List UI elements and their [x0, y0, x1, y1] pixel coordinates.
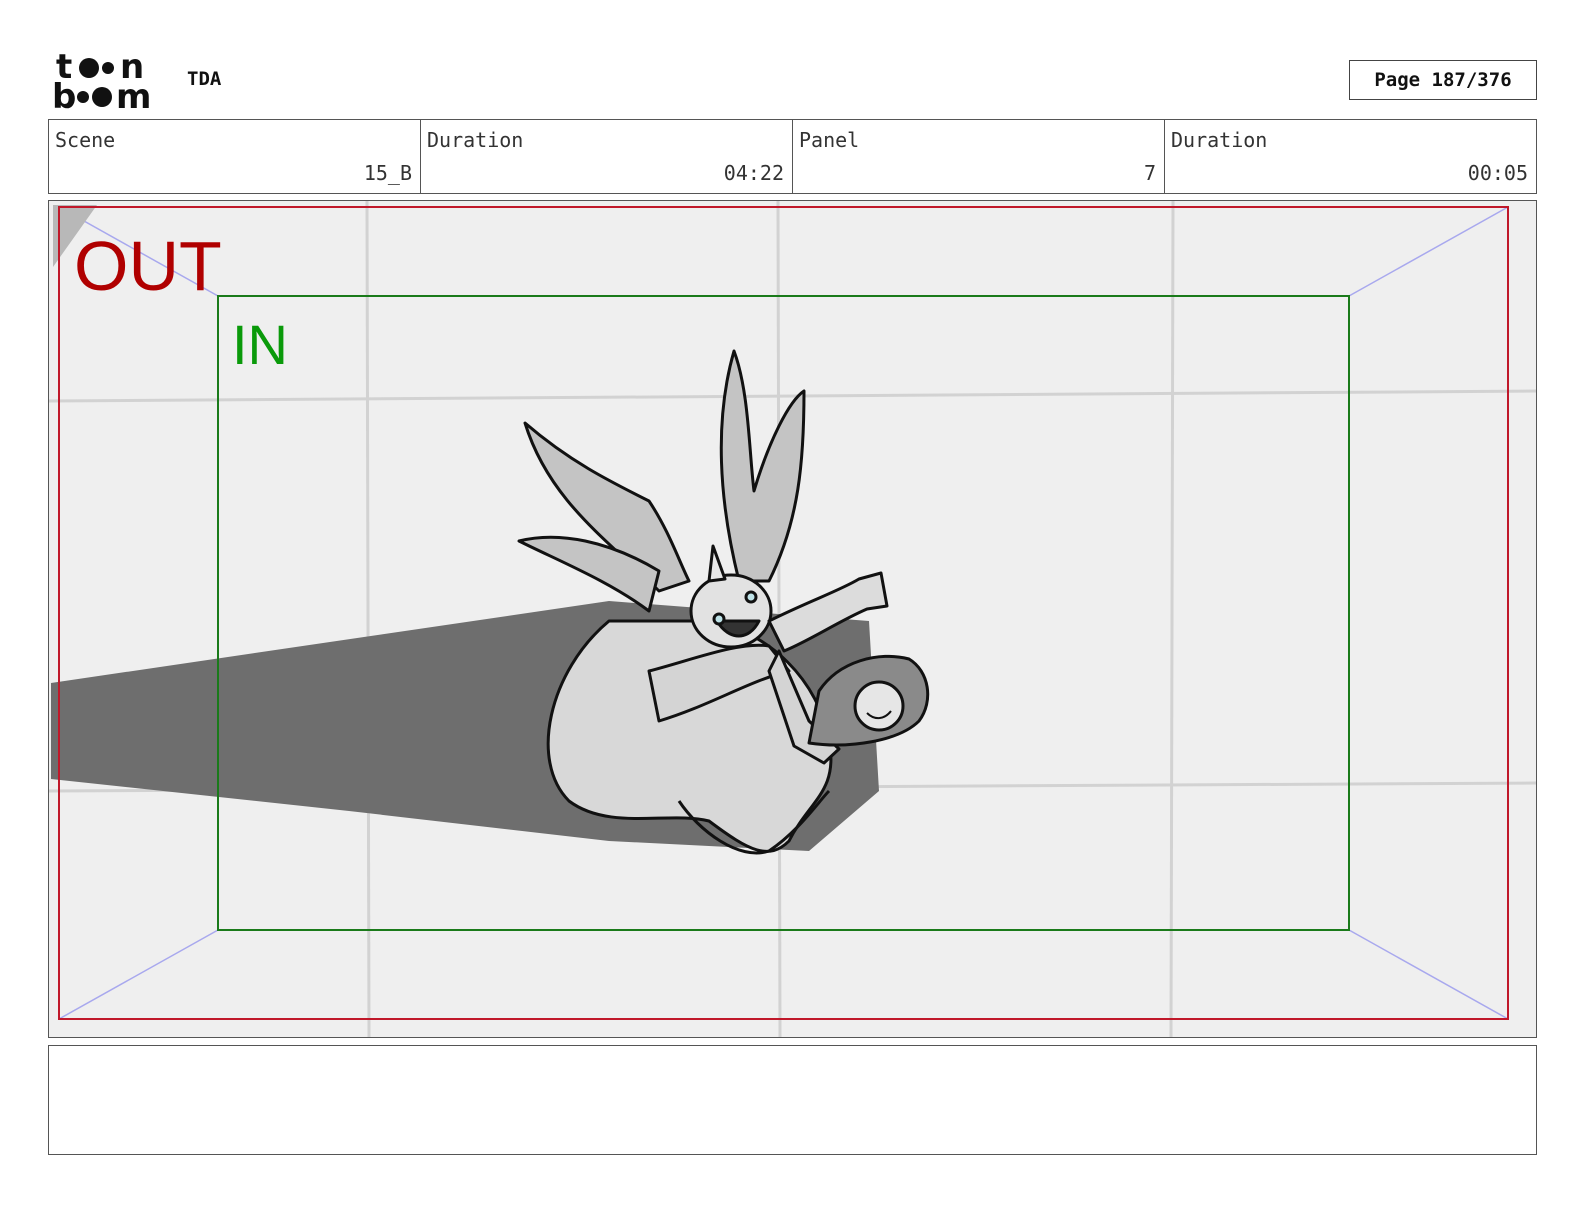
toon-boom-logo-mark: t n b m: [52, 47, 151, 117]
panel-value: 7: [1143, 161, 1156, 185]
panel-notes-box[interactable]: [48, 1045, 1537, 1155]
scene-duration-cell: Duration 04:22: [421, 120, 793, 193]
toon-boom-logo: t n b m: [52, 47, 164, 117]
panel-label: Panel: [799, 128, 860, 152]
scene-info-table: Scene 15_B Duration 04:22 Panel 7 Durati…: [48, 119, 1537, 194]
svg-text:b: b: [52, 77, 76, 112]
panel-duration-value: 00:05: [1467, 161, 1528, 185]
out-frame-label: OUT: [74, 227, 222, 305]
panel-cell: Panel 7: [793, 120, 1165, 193]
storyboard-panel: OUT IN: [48, 200, 1537, 1038]
page-indicator: Page 187/376: [1349, 60, 1537, 100]
panel-duration-cell: Duration 00:05: [1165, 120, 1536, 193]
scene-label: Scene: [55, 128, 116, 152]
scene-value: 15_B: [363, 161, 412, 185]
scene-duration-value: 04:22: [723, 161, 784, 185]
project-title: TDA: [187, 68, 222, 90]
svg-text:m: m: [116, 77, 151, 112]
scene-cell: Scene 15_B: [49, 120, 421, 193]
panel-duration-label: Duration: [1171, 128, 1268, 152]
scene-duration-label: Duration: [427, 128, 524, 152]
in-frame-label: IN: [232, 313, 288, 376]
